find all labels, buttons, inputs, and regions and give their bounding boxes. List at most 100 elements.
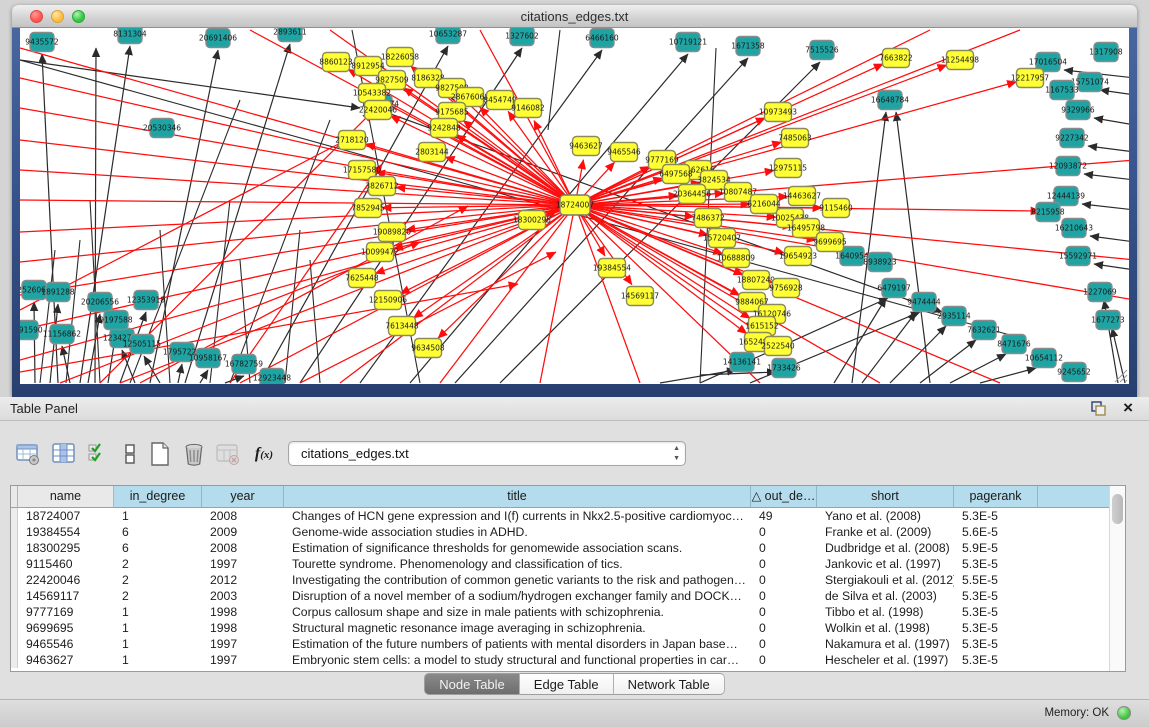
- graph-node-label: 12975115: [769, 164, 807, 173]
- select-columns-icon[interactable]: [84, 439, 112, 469]
- cell: 9699695: [18, 620, 114, 636]
- column-header-short[interactable]: short: [817, 486, 954, 508]
- table-row[interactable]: 1830029562008Estimation of significance …: [11, 540, 1109, 556]
- table-row[interactable]: 2242004622012Investigating the contribut…: [11, 572, 1109, 588]
- table-row[interactable]: 946362711997Embryonic stem cells: a mode…: [11, 652, 1109, 668]
- row-height-icon[interactable]: [116, 439, 144, 469]
- column-header-pagerank[interactable]: pagerank: [954, 486, 1038, 508]
- graph-node-label: 7663822: [879, 54, 913, 63]
- table-row[interactable]: 1456911722003Disruption of a novel membe…: [11, 588, 1109, 604]
- cell: 22420046: [18, 572, 114, 588]
- row-gutter: [11, 588, 18, 604]
- cell: Wolkin et al. (1998): [817, 620, 954, 636]
- table-scrollbar[interactable]: [1109, 486, 1125, 671]
- float-panel-icon[interactable]: [1091, 401, 1107, 417]
- cell: 6: [114, 540, 202, 556]
- table-selector-value: citations_edges.txt: [301, 446, 409, 461]
- graph-node-label: 9245652: [1057, 368, 1091, 377]
- cell: 2003: [202, 588, 284, 604]
- graph-node-label: 6479197: [877, 284, 911, 293]
- cell: 1998: [202, 604, 284, 620]
- table-row[interactable]: 977716911998Corpus callosum shape and si…: [11, 604, 1109, 620]
- table-row[interactable]: 1872400712008Changes of HCN gene express…: [11, 508, 1109, 524]
- graph-node-label: 12505115: [123, 340, 161, 349]
- cell: 1997: [202, 556, 284, 572]
- column-header-year[interactable]: year: [202, 486, 284, 508]
- cell: Tibbo et al. (1998): [817, 604, 954, 620]
- graph-node-label: 15720407: [703, 234, 741, 243]
- graph-node-label: 16648784: [871, 96, 909, 105]
- memory-ok-indicator[interactable]: [1117, 706, 1131, 720]
- graph-node-label: 17016504: [1029, 58, 1067, 67]
- table-row[interactable]: 911546021997Tourette syndrome. Phenomeno…: [11, 556, 1109, 572]
- scrollbar-thumb[interactable]: [1112, 494, 1123, 524]
- function-builder-icon[interactable]: f(x): [250, 439, 278, 469]
- cell: Changes of HCN gene expression and I(f) …: [284, 508, 751, 524]
- status-bar: Memory: OK: [0, 699, 1149, 727]
- table-panel: Table Panel ×: [0, 397, 1149, 699]
- graph-node-label: 12444139: [1047, 192, 1085, 201]
- column-header-name[interactable]: name: [18, 486, 114, 508]
- graph-node-label: 12217957: [1011, 74, 1049, 83]
- network-canvas[interactable]: 9435572813130420691406289361110653287132…: [20, 28, 1129, 384]
- graph-node-label: 1317908: [1089, 48, 1123, 57]
- table-row[interactable]: 946554611997Estimation of the future num…: [11, 636, 1109, 652]
- cell: 5.9E-5: [954, 540, 1038, 556]
- graph-node-label: 1733426: [767, 364, 801, 373]
- column-header-out_de[interactable]: △ out_de…: [751, 486, 817, 508]
- cell: Structural magnetic resonance image aver…: [284, 620, 751, 636]
- graph-node-label: 7852945: [351, 204, 385, 213]
- graph-node-label: 7632621: [967, 326, 1001, 335]
- cell: 1997: [202, 636, 284, 652]
- graph-node-label: 18724007: [556, 201, 594, 210]
- graph-node-label: 9465546: [607, 148, 641, 157]
- graph-node-label: 7613448: [385, 322, 419, 331]
- tab-network-table[interactable]: Network Table: [614, 673, 725, 695]
- column-header-in_degree[interactable]: in_degree: [114, 486, 202, 508]
- citation-network-graph[interactable]: 9435572813130420691406289361110653287132…: [20, 28, 1129, 384]
- cell: Embryonic stem cells: a model to study s…: [284, 652, 751, 668]
- cell: 5.3E-5: [954, 588, 1038, 604]
- table-panel-titlebar[interactable]: Table Panel ×: [0, 397, 1149, 421]
- graph-node-label: 18300295: [513, 216, 551, 225]
- cell: 14569117: [18, 588, 114, 604]
- cell: Tourette syndrome. Phenomenology and cla…: [284, 556, 751, 572]
- graph-node-label: 6497568: [659, 170, 693, 179]
- column-visibility-icon[interactable]: [50, 439, 78, 469]
- row-gutter: [11, 604, 18, 620]
- graph-node-label: 8471676: [997, 340, 1031, 349]
- close-panel-icon[interactable]: ×: [1123, 398, 1133, 418]
- column-header-title[interactable]: title: [284, 486, 751, 508]
- cell: 0: [751, 540, 817, 556]
- table-row[interactable]: 969969511998Structural magnetic resonanc…: [11, 620, 1109, 636]
- graph-node-label: 8912954: [351, 62, 385, 71]
- tab-node-table[interactable]: Node Table: [424, 673, 520, 695]
- row-gutter: [11, 556, 18, 572]
- graph-node-label: 6466160: [585, 34, 619, 43]
- table-header-row: namein_degreeyeartitle△ out_de…shortpage…: [11, 486, 1109, 508]
- create-table-icon[interactable]: [146, 439, 174, 469]
- graph-node-label: 8860123: [319, 58, 353, 67]
- table-corner: [11, 486, 18, 508]
- cell: 18724007: [18, 508, 114, 524]
- cell: 1: [114, 652, 202, 668]
- graph-node-label: 9777169: [645, 156, 679, 165]
- graph-node-label: 20364456: [673, 190, 711, 199]
- network-window-titlebar[interactable]: citations_edges.txt: [12, 5, 1137, 28]
- delete-table-icon[interactable]: [180, 439, 208, 469]
- row-gutter: [11, 636, 18, 652]
- cell: 2008: [202, 508, 284, 524]
- table-row[interactable]: 1938455462009Genome-wide association stu…: [11, 524, 1109, 540]
- table-selector[interactable]: citations_edges.txt ▲▼: [288, 441, 686, 466]
- cell: 0: [751, 620, 817, 636]
- graph-node-label: 19654923: [779, 252, 817, 261]
- graph-node-label: 9146082: [511, 104, 545, 113]
- cell: Franke et al. (2009): [817, 524, 954, 540]
- graph-node-label: 9756928: [769, 284, 803, 293]
- cell: Stergiakouli et al. (2012): [817, 572, 954, 588]
- resize-grip-icon[interactable]: [1114, 369, 1128, 383]
- tab-edge-table[interactable]: Edge Table: [520, 673, 614, 695]
- graph-node-label: 10099472: [361, 248, 399, 257]
- table-settings-icon[interactable]: [14, 439, 42, 469]
- cell: 2: [114, 588, 202, 604]
